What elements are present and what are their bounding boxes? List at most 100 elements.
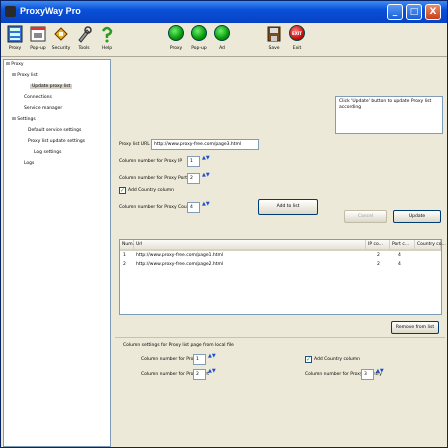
ad-on-icon: [214, 25, 230, 41]
toolbar-ad-on-button[interactable]: Ad: [212, 25, 232, 55]
column-header-country[interactable]: Country co...: [415, 240, 446, 251]
tree-node-default-service-settings[interactable]: Default service settings: [28, 128, 81, 133]
local-add-country-label: Add Country column: [314, 357, 361, 362]
save-icon: [267, 26, 281, 42]
minimize-button[interactable]: _: [387, 4, 403, 20]
popup-on-icon: [191, 25, 207, 41]
exit-glyph: EXIT: [291, 31, 303, 36]
tree-node-label: Default service settings: [28, 128, 82, 133]
popup-icon: [30, 26, 46, 42]
local-column-ip-spinner[interactable]: ▲▼: [208, 354, 216, 365]
toolbar-security-button[interactable]: Security: [51, 25, 71, 55]
toolbar-proxy-on-button[interactable]: Proxy: [166, 25, 186, 55]
tree-node-label: Connections: [24, 95, 52, 100]
tree-node-label: Proxy list: [17, 73, 38, 78]
divider: [115, 337, 445, 338]
tree-expander-icon[interactable]: ⊟: [12, 73, 16, 78]
info-text: Click 'Update' button to update Proxy li…: [339, 99, 432, 110]
toolbar-popup-button[interactable]: Pop-up: [28, 25, 48, 55]
table-cell-port: 4: [398, 253, 401, 258]
local-column-country-spinner[interactable]: ▲▼: [376, 369, 384, 380]
tree-node-service-manager[interactable]: Service manager: [24, 106, 62, 111]
table-cell-number: 1: [123, 253, 126, 258]
tree-node-label: Service manager: [24, 106, 63, 111]
toolbar-tools-button[interactable]: Tools: [74, 25, 94, 55]
column-country-spinner[interactable]: ▲▼: [202, 202, 210, 213]
local-add-country-checkbox[interactable]: ✓: [305, 356, 312, 363]
local-column-ip-input[interactable]: 1: [193, 354, 206, 365]
tree-node-proxy[interactable]: ⊟ Proxy: [6, 62, 24, 67]
column-settings-title: Column settings for Proxy list page from…: [123, 343, 234, 348]
maximize-button[interactable]: □: [406, 4, 422, 20]
proxy-icon: [7, 25, 23, 43]
column-country-label: Column number for Proxy Country: [119, 205, 196, 210]
column-port-input[interactable]: 2: [187, 173, 200, 184]
tools-icon: [78, 26, 92, 43]
add-to-list-button[interactable]: Add to list: [258, 199, 318, 215]
add-country-label: Add Country column: [128, 188, 175, 193]
tree-node-label: Settings: [17, 117, 36, 122]
tree-node-label: Update proxy list: [32, 84, 71, 89]
column-port-label: Column number for Proxy Port: [119, 176, 187, 181]
column-country-input[interactable]: 4: [187, 202, 200, 213]
app-window: ProxyWay Pro _ □ X Proxy Pop-up Security…: [0, 0, 448, 448]
add-country-checkbox[interactable]: ✓: [119, 187, 126, 194]
column-ip-input[interactable]: 1: [187, 156, 200, 167]
remove-from-list-button[interactable]: Remove from list: [391, 321, 439, 334]
proxy-list-table[interactable]: Num... Url IP co... Port c... Country co…: [119, 239, 446, 315]
app-icon: [5, 6, 16, 17]
update-button[interactable]: Update: [393, 210, 441, 223]
tree-node-proxy-list-update-settings[interactable]: Proxy list update settings: [28, 139, 85, 144]
navigation-tree[interactable]: ⊟ Proxy ⊟ Proxy list Update proxy list C…: [3, 59, 111, 447]
toolbar-save-button[interactable]: Save: [264, 25, 284, 55]
toolbar-exit-button[interactable]: EXIT Exit: [287, 25, 307, 55]
column-ip-spinner[interactable]: ▲▼: [202, 156, 210, 167]
tree-node-connections[interactable]: Connections: [24, 95, 52, 100]
toolbar-help-button[interactable]: Help: [97, 25, 117, 55]
security-icon: [54, 27, 68, 41]
tree-expander-icon[interactable]: ⊟: [12, 117, 16, 122]
proxy-list-url-input[interactable]: http://www.proxy-free.com/page3.html: [151, 139, 259, 150]
tree-node-log-settings[interactable]: Log settings: [34, 150, 61, 155]
window-title: ProxyWay Pro: [20, 6, 81, 16]
table-cell-port: 4: [398, 262, 401, 267]
help-icon: [101, 26, 113, 43]
tree-node-update-proxy-list[interactable]: Update proxy list: [30, 84, 73, 89]
proxy-on-icon: [168, 25, 184, 41]
toolbar-proxy-button[interactable]: Proxy: [5, 25, 25, 55]
tree-node-label: Logs: [24, 161, 35, 166]
tree-node-label: Log settings: [34, 150, 62, 155]
table-cell-url: http://www.proxy-free.com/page2.html: [136, 262, 224, 267]
table-cell-ip: 2: [377, 262, 380, 267]
exit-icon: EXIT: [289, 25, 305, 41]
column-header-ip[interactable]: IP co...: [366, 240, 390, 251]
column-header-number[interactable]: Num...: [120, 240, 137, 251]
local-column-port-input[interactable]: 2: [193, 369, 206, 380]
column-header-url[interactable]: Url: [134, 240, 366, 251]
proxy-list-url-label: Proxy list URL: [119, 142, 150, 147]
toolbar-label: Ad: [219, 46, 225, 51]
toolbar: Proxy Pop-up Security Tools Help Proxy P…: [1, 23, 447, 57]
close-button[interactable]: X: [425, 4, 441, 20]
table-cell-ip: 2: [377, 253, 380, 258]
cancel-button[interactable]: Cancel: [344, 210, 387, 223]
toolbar-label: Help: [101, 46, 113, 51]
table-cell-url: http://www.proxy-free.com/page1.html: [136, 253, 224, 258]
column-header-port[interactable]: Port c...: [390, 240, 415, 251]
tree-node-logs[interactable]: Logs: [24, 161, 34, 166]
table-cell-number: 2: [123, 262, 126, 267]
tree-node-settings[interactable]: ⊟ Settings: [12, 117, 36, 122]
tree-node-proxy-list[interactable]: ⊟ Proxy list: [12, 73, 38, 78]
tree-node-label: Proxy: [11, 62, 24, 67]
info-panel: Click 'Update' button to update Proxy li…: [335, 96, 443, 134]
local-column-port-spinner[interactable]: ▲▼: [208, 369, 216, 380]
tree-node-label: Proxy list update settings: [28, 139, 86, 144]
column-port-spinner[interactable]: ▲▼: [202, 173, 210, 184]
local-column-country-input[interactable]: 3: [361, 369, 374, 380]
toolbar-popup-on-button[interactable]: Pop-up: [189, 25, 209, 55]
tree-expander-icon[interactable]: ⊟: [6, 62, 10, 67]
column-ip-label: Column number for Proxy IP: [119, 159, 183, 164]
content-panel: Click 'Update' button to update Proxy li…: [113, 59, 447, 447]
toolbar-label: Exit: [292, 46, 302, 51]
title-bar[interactable]: ProxyWay Pro _ □ X: [1, 1, 447, 23]
